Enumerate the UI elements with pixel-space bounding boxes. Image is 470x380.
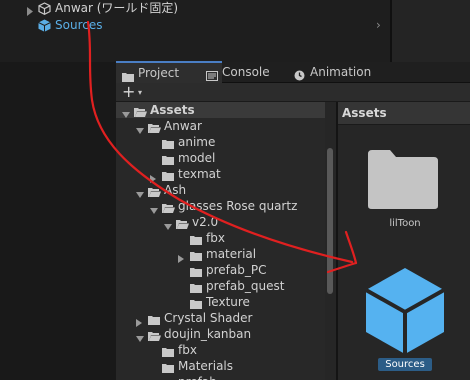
tree-row-label: Materials [178, 359, 234, 373]
tab-bar: Project Console Animation [116, 61, 470, 83]
tree-row[interactable]: Assets [116, 102, 326, 118]
tree-row[interactable]: Crystal Shader [116, 310, 326, 327]
tab-animation[interactable]: Animation [288, 62, 410, 82]
tree-row-label: prefab [178, 374, 217, 380]
tree-row-label: Assets [150, 103, 195, 117]
tree-row[interactable]: glasses Rose quartz [116, 198, 326, 214]
tab-label: Project [138, 66, 180, 80]
hierarchy-item-anwar[interactable]: Anwar (ワールド固定) [0, 0, 390, 17]
tab-label: Animation [310, 65, 372, 79]
chevron-right-icon[interactable]: › [376, 18, 381, 32]
hierarchy-item-label: Sources [55, 18, 103, 32]
folder-tree: Assets Anwar anime model texmat Ash glasses Ro… [116, 102, 336, 380]
grid-item-label: lilToon [389, 218, 421, 229]
grid-item-sources[interactable]: Sources [338, 264, 470, 376]
tree-row[interactable]: prefab [116, 374, 326, 380]
project-panel: Project Console Animation + ▾ Assets Anwa… [116, 61, 470, 380]
tree-row[interactable]: Ash [116, 182, 326, 198]
tree-row-label: doujin_kanban [164, 327, 252, 341]
tree-row[interactable]: fbx [116, 342, 326, 358]
tree-row-label: fbx [178, 343, 197, 357]
tree-row[interactable]: v2.0 [116, 214, 326, 230]
tree-row[interactable]: doujin_kanban [116, 326, 326, 342]
hierarchy-item-sources[interactable]: Sources [0, 17, 390, 34]
tree-row-label: model [178, 151, 216, 165]
tree-row[interactable]: model [116, 150, 326, 166]
scene-view-edge [390, 0, 470, 62]
grid-item-label: Sources [378, 358, 432, 371]
asset-grid: Assets lilToon Sources [336, 102, 470, 380]
tree-row-label: prefab_quest [206, 279, 285, 293]
grid-header-label: Assets [342, 106, 387, 120]
tree-row-label: prefab_PC [206, 263, 267, 277]
tree-row[interactable]: Texture [116, 294, 326, 310]
tree-row-label: material [206, 247, 257, 261]
grid-item-liltoon[interactable]: lilToon [338, 148, 470, 244]
tree-row[interactable]: anime [116, 134, 326, 150]
tree-row[interactable]: prefab_quest [116, 278, 326, 294]
folder-icon [366, 148, 440, 213]
tree-row-label: Anwar [164, 119, 202, 133]
scrollbar-thumb[interactable] [327, 148, 333, 294]
tree-row-label: fbx [206, 231, 225, 245]
tree-row-label: glasses Rose quartz [178, 199, 298, 213]
cube-icon [38, 19, 51, 37]
hierarchy-panel: Anwar (ワールド固定) Sources › [0, 0, 390, 62]
tree-row-label: Texture [206, 295, 250, 309]
grid-header: Assets [338, 102, 470, 125]
tree-row[interactable]: texmat [116, 166, 326, 183]
tree-row[interactable]: Anwar [116, 118, 326, 134]
tree-row[interactable]: material [116, 246, 326, 263]
project-toolbar: + ▾ [116, 83, 470, 102]
tree-row-label: v2.0 [192, 215, 219, 229]
tree-row-label: Crystal Shader [164, 311, 253, 325]
hierarchy-item-label: Anwar (ワールド固定) [55, 1, 179, 15]
tab-label: Console [222, 65, 270, 79]
add-button[interactable]: + [122, 83, 135, 100]
tree-row[interactable]: prefab_PC [116, 262, 326, 278]
dropdown-caret-icon[interactable]: ▾ [138, 84, 142, 101]
tree-row-label: Ash [164, 183, 187, 197]
tree-row-label: anime [178, 135, 216, 149]
tree-row-label: texmat [178, 167, 221, 181]
tree-row[interactable]: fbx [116, 230, 326, 246]
tree-row[interactable]: Materials [116, 358, 326, 374]
cube-icon [360, 264, 450, 359]
